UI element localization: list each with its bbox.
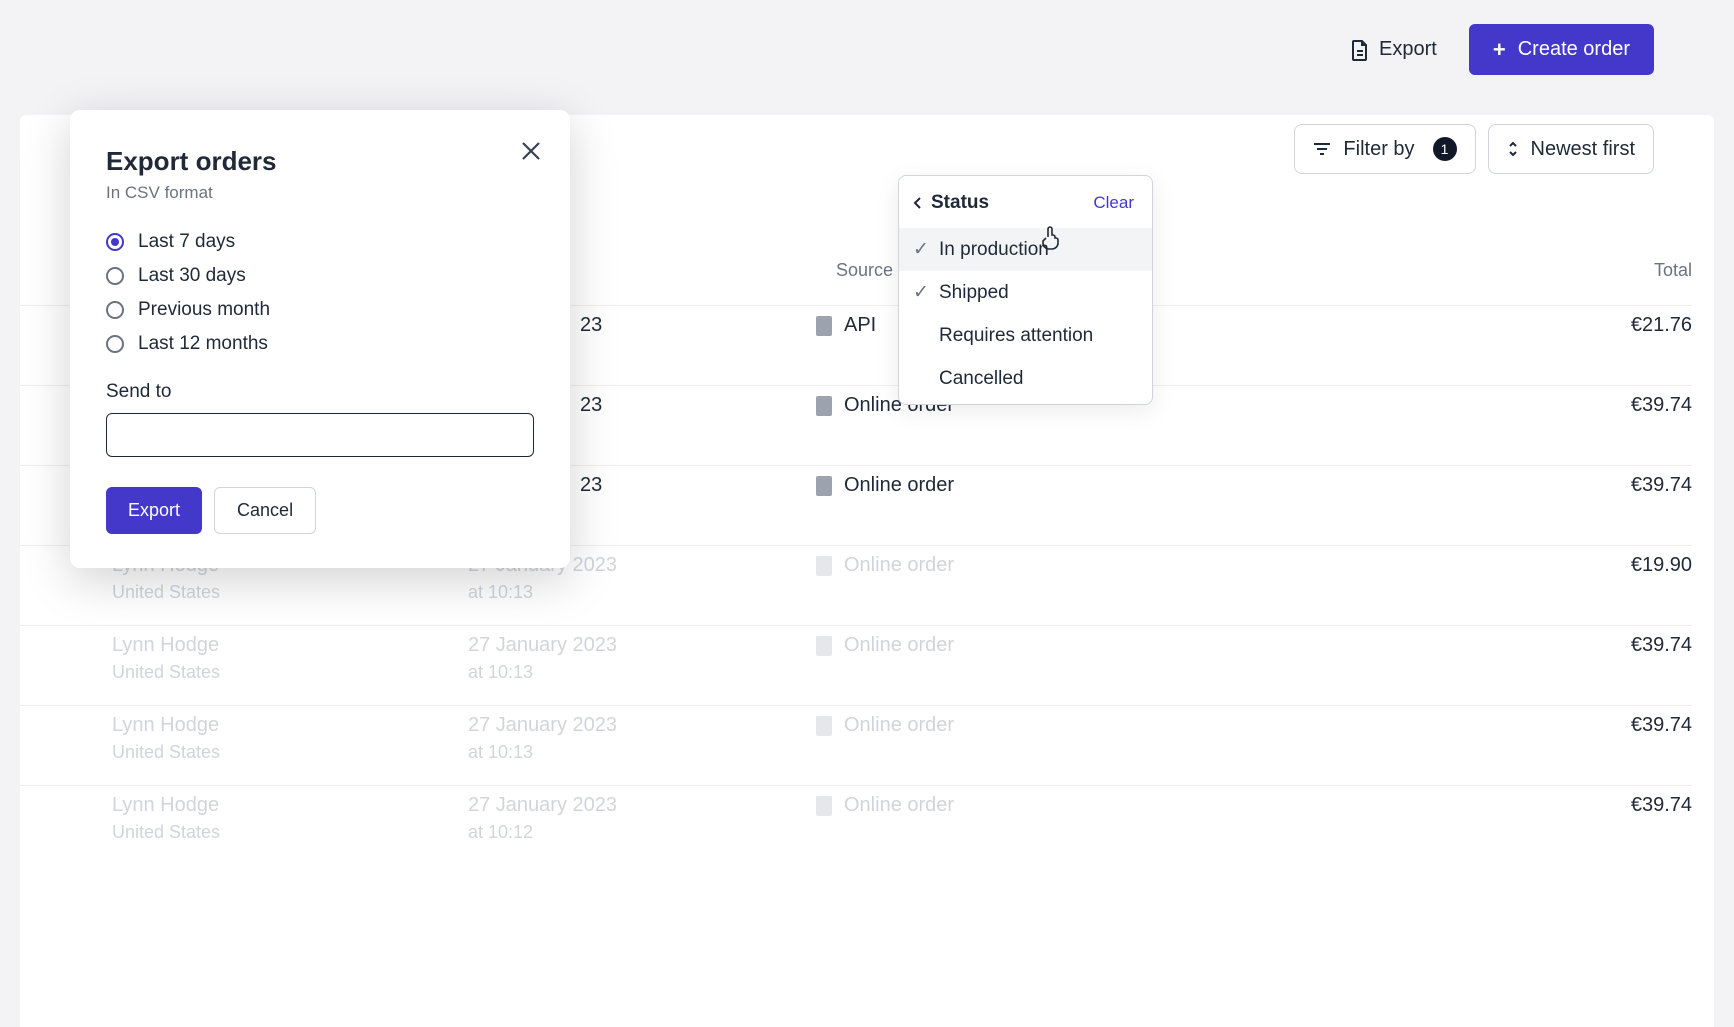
- filter-by-label: Filter by: [1343, 138, 1414, 161]
- column-total: Total: [1654, 260, 1692, 281]
- modal-subtitle: In CSV format: [106, 183, 534, 203]
- customer-country: United States: [112, 582, 220, 603]
- source-icon: [816, 796, 832, 816]
- sort-icon: [1507, 140, 1519, 158]
- document-icon: [1351, 39, 1369, 61]
- order-time: at 10:13: [468, 582, 533, 603]
- customer-name: Lynn Hodge: [112, 714, 219, 737]
- source-icon: [816, 636, 832, 656]
- order-date: 27 January 2023: [468, 634, 617, 657]
- order-total: €39.74: [1631, 394, 1692, 417]
- order-time: at 10:13: [468, 742, 533, 763]
- order-total: €19.90: [1631, 554, 1692, 577]
- close-button[interactable]: [518, 138, 544, 164]
- order-date: 23: [580, 314, 602, 337]
- source-icon: [816, 556, 832, 576]
- radio-dot-icon: [106, 301, 124, 319]
- order-source: Online order: [816, 714, 954, 737]
- source-icon: [816, 476, 832, 496]
- table-row[interactable]: Lynn Hodge United States 27 January 2023…: [20, 785, 1692, 865]
- radio-dot-icon: [106, 233, 124, 251]
- status-back-button[interactable]: Status: [913, 192, 989, 214]
- order-source: API: [816, 314, 876, 337]
- customer-country: United States: [112, 742, 220, 763]
- order-total: €39.74: [1631, 794, 1692, 817]
- sort-label: Newest first: [1531, 138, 1635, 161]
- customer-name: Lynn Hodge: [112, 794, 219, 817]
- chevron-left-icon: [913, 196, 923, 210]
- order-date: 23: [580, 474, 602, 497]
- table-row[interactable]: Lynn Hodge United States 27 January 2023…: [20, 625, 1692, 705]
- radio-previous-month[interactable]: Previous month: [106, 299, 534, 321]
- radio-last-12-months[interactable]: Last 12 months: [106, 333, 534, 355]
- sort-button[interactable]: Newest first: [1488, 124, 1654, 174]
- export-button[interactable]: Export: [106, 487, 202, 534]
- radio-last-30-days[interactable]: Last 30 days: [106, 265, 534, 287]
- order-source: Online order: [816, 634, 954, 657]
- status-clear-link[interactable]: Clear: [1093, 193, 1134, 213]
- order-total: €21.76: [1631, 314, 1692, 337]
- status-option-shipped[interactable]: ✓ Shipped: [899, 271, 1152, 314]
- status-filter-popup: Status Clear ✓ In production ✓ Shipped ✓…: [898, 175, 1153, 405]
- order-source: Online order: [816, 474, 954, 497]
- order-date: 27 January 2023: [468, 714, 617, 737]
- order-total: €39.74: [1631, 474, 1692, 497]
- source-icon: [816, 716, 832, 736]
- export-orders-modal: Export orders In CSV format Last 7 days …: [70, 110, 570, 568]
- topbar: Export + Create order: [1351, 24, 1654, 75]
- export-link[interactable]: Export: [1351, 38, 1437, 61]
- status-option-requires-attention[interactable]: ✓ Requires attention: [899, 314, 1152, 357]
- status-option-in-production[interactable]: ✓ In production: [899, 228, 1152, 271]
- order-date: 23: [580, 394, 602, 417]
- modal-title: Export orders: [106, 146, 534, 177]
- status-option-cancelled[interactable]: ✓ Cancelled: [899, 357, 1152, 400]
- order-source: Online order: [816, 554, 954, 577]
- send-to-label: Send to: [106, 381, 534, 403]
- close-icon: [518, 138, 544, 164]
- export-label: Export: [1379, 38, 1437, 61]
- radio-dot-icon: [106, 267, 124, 285]
- plus-icon: +: [1493, 39, 1506, 61]
- filter-by-button[interactable]: Filter by 1: [1294, 124, 1475, 174]
- radio-dot-icon: [106, 335, 124, 353]
- status-title: Status: [931, 192, 989, 214]
- filter-icon: [1313, 142, 1331, 156]
- order-date: 27 January 2023: [468, 794, 617, 817]
- order-total: €39.74: [1631, 714, 1692, 737]
- send-to-input[interactable]: [106, 413, 534, 457]
- column-source: Source: [836, 260, 893, 281]
- order-time: at 10:13: [468, 662, 533, 683]
- create-order-button[interactable]: + Create order: [1469, 24, 1654, 75]
- customer-country: United States: [112, 822, 220, 843]
- date-range-radios: Last 7 days Last 30 days Previous month …: [106, 231, 534, 355]
- order-total: €39.74: [1631, 634, 1692, 657]
- check-icon: ✓: [913, 281, 929, 304]
- source-icon: [816, 316, 832, 336]
- filter-count-badge: 1: [1433, 137, 1457, 161]
- cancel-button[interactable]: Cancel: [214, 487, 316, 534]
- order-time: at 10:12: [468, 822, 533, 843]
- check-icon: ✓: [913, 238, 929, 261]
- radio-last-7-days[interactable]: Last 7 days: [106, 231, 534, 253]
- table-row[interactable]: Lynn Hodge United States 27 January 2023…: [20, 705, 1692, 785]
- customer-name: Lynn Hodge: [112, 634, 219, 657]
- filter-sort-row: Filter by 1 Newest first: [1294, 124, 1654, 174]
- create-order-label: Create order: [1518, 38, 1630, 61]
- order-source: Online order: [816, 794, 954, 817]
- customer-country: United States: [112, 662, 220, 683]
- modal-actions: Export Cancel: [106, 487, 534, 534]
- source-icon: [816, 396, 832, 416]
